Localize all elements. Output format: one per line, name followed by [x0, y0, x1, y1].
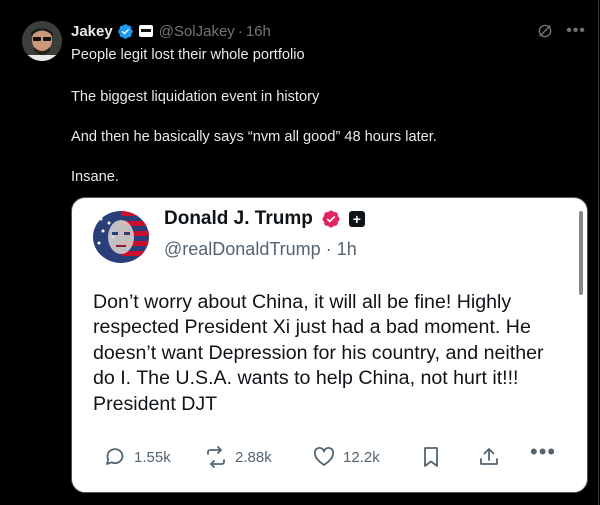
- author-handle[interactable]: @SolJakey: [159, 23, 235, 40]
- quoted-post-image[interactable]: Donald J. Trump + @realDonaldTrump · 1h …: [71, 197, 588, 493]
- bookmark-icon: [424, 447, 438, 467]
- like-count: 12.2k: [343, 448, 380, 466]
- separator: ·: [325, 239, 332, 259]
- post-text-line: And then he basically says “nvm all good…: [71, 129, 437, 145]
- heart-icon: [314, 447, 334, 466]
- quoted-time: 1h: [336, 239, 357, 259]
- affiliation-badge-icon[interactable]: [138, 25, 153, 37]
- quoted-handle-row: @realDonaldTrump · 1h: [164, 239, 357, 260]
- reply-action: 1.55k: [103, 445, 171, 469]
- share-icon: [480, 448, 498, 465]
- like-action: 12.2k: [312, 445, 380, 469]
- quoted-verified-icon: [322, 210, 340, 228]
- quoted-post-text: Don’t worry about China, it will all be …: [93, 291, 544, 415]
- repost-count: 2.88k: [235, 448, 272, 466]
- bookmark-action: [419, 445, 443, 469]
- separator: ·: [237, 22, 243, 40]
- quoted-author-name: Donald J. Trump: [164, 208, 313, 229]
- post-text-line: People legit lost their whole portfolio: [71, 47, 305, 63]
- reply-count: 1.55k: [134, 448, 171, 466]
- quoted-author-avatar: [93, 211, 149, 263]
- scrollbar: [579, 211, 583, 295]
- verified-badge-icon: [117, 23, 133, 39]
- plus-badge-icon: +: [348, 211, 365, 227]
- post-time[interactable]: 16h: [246, 23, 271, 40]
- post-text-line: The biggest liquidation event in history: [71, 89, 320, 105]
- more-icon: •••: [530, 439, 557, 464]
- author-avatar[interactable]: [22, 21, 62, 61]
- post-text-line: Insane.: [71, 169, 119, 185]
- grok-icon[interactable]: [536, 22, 554, 40]
- quoted-author-handle: @realDonaldTrump: [164, 239, 321, 259]
- repost-icon: [207, 446, 225, 468]
- more-icon[interactable]: •••: [566, 23, 586, 39]
- quoted-action-bar: 1.55k 2.88k 12.2k •••: [103, 439, 573, 472]
- repost-action: 2.88k: [204, 445, 272, 469]
- share-action: [477, 445, 501, 469]
- post-top-actions: •••: [536, 22, 586, 40]
- quoted-author-row: Donald J. Trump +: [164, 208, 365, 230]
- post-header: Jakey @SolJakey · 16h: [71, 20, 271, 42]
- reply-icon: [106, 448, 124, 465]
- author-name[interactable]: Jakey: [71, 23, 113, 40]
